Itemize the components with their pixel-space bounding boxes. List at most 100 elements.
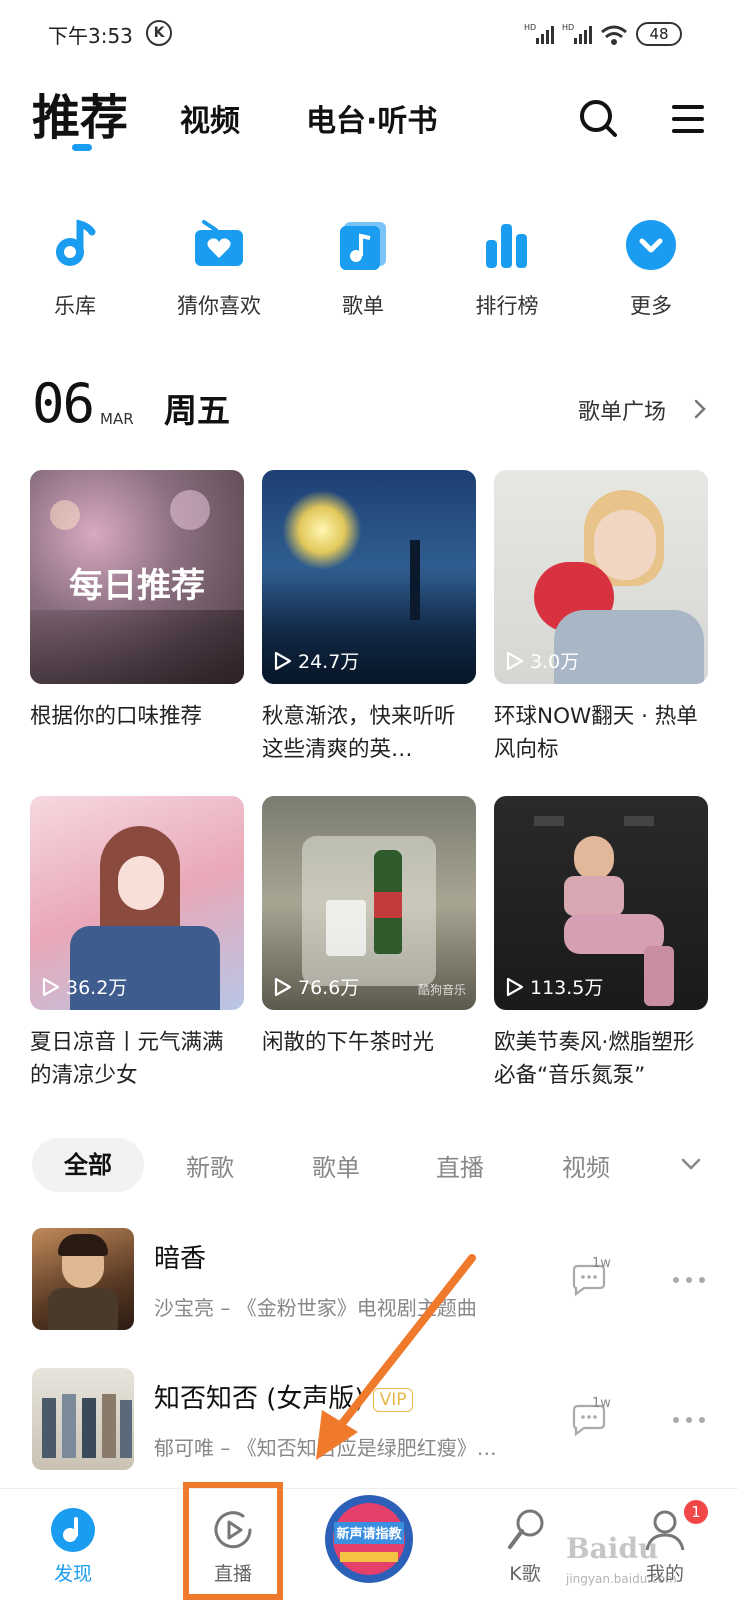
tab-indicator: [72, 144, 92, 151]
song-title: 知否知否 (女声版) VIP: [154, 1378, 414, 1415]
card-caption: 闲散的下午茶时光: [262, 1030, 435, 1055]
comment-count: 1w: [592, 1396, 611, 1411]
quick-link-label: 猜你喜欢: [177, 294, 261, 318]
discover-icon: [51, 1508, 95, 1552]
play-icon: [274, 977, 292, 996]
card-cover: 36.2万: [30, 796, 244, 1010]
daily-recommend-card[interactable]: 每日推荐 根据你的口味推荐: [30, 470, 244, 766]
card-caption: 秋意渐浓，快来听听这些清爽的英…: [262, 704, 456, 762]
play-icon: [506, 651, 524, 670]
quick-link-label: 乐库: [54, 294, 96, 318]
tab-video[interactable]: 视频: [180, 96, 240, 140]
card-cover: 24.7万: [262, 470, 476, 684]
playlist-card[interactable]: 113.5万 欧美节奏风·燃脂塑形必备“音乐氮泵”: [494, 796, 708, 1092]
nav-label: K歌: [509, 1563, 541, 1585]
quick-link-more[interactable]: 更多: [596, 218, 706, 320]
nav-discover[interactable]: 发现: [18, 1489, 128, 1586]
hd-label-2: HD: [562, 23, 574, 32]
playlist-card[interactable]: 3.0万 环球NOW翻天 · 热单风向标: [494, 470, 708, 766]
kugou-status-icon: K: [146, 20, 172, 46]
date-day: 06: [32, 372, 95, 435]
card-caption: 环球NOW翻天 · 热单风向标: [494, 704, 698, 762]
song-title: 暗香: [154, 1238, 206, 1275]
date-month: MAR: [100, 410, 134, 428]
playlist-card[interactable]: 24.7万 秋意渐浓，快来听听这些清爽的英…: [262, 470, 476, 766]
play-count: 36.2万: [42, 973, 127, 1000]
comment-count: 1w: [592, 1256, 611, 1271]
card-caption: 根据你的口味推荐: [30, 704, 203, 729]
tab-recommend[interactable]: 推荐: [32, 78, 128, 148]
quick-link-charts[interactable]: 排行榜: [452, 218, 562, 320]
filter-playlists[interactable]: 歌单: [312, 1148, 360, 1183]
hd-label: HD: [524, 23, 536, 32]
nav-karaoke[interactable]: K歌: [470, 1489, 580, 1586]
watermark-brand: Baidu: [566, 1532, 659, 1565]
quick-link-playlist[interactable]: 歌单: [308, 218, 418, 320]
filter-video[interactable]: 视频: [562, 1148, 610, 1183]
song-subtitle: 沙宝亮 – 《金粉世家》电视剧主题曲: [154, 1296, 477, 1320]
play-count-value: 113.5万: [530, 977, 604, 999]
play-count-value: 76.6万: [298, 977, 360, 999]
play-count-value: 36.2万: [66, 977, 128, 999]
search-icon[interactable]: [578, 98, 618, 138]
more-icon[interactable]: [672, 1276, 706, 1284]
filter-all[interactable]: 全部: [32, 1138, 144, 1192]
card-cover: 3.0万: [494, 470, 708, 684]
watermark-site: jingyan.baidu.com: [566, 1572, 677, 1586]
playlist-card[interactable]: 76.6万 酷狗音乐 闲散的下午茶时光: [262, 796, 476, 1092]
playlist-icon: [340, 222, 386, 270]
daily-recommend-label: 每日推荐: [69, 566, 205, 606]
disc-text: 新声请指教: [336, 1526, 402, 1542]
chevron-right-icon[interactable]: [692, 398, 708, 420]
vip-badge: VIP: [372, 1387, 414, 1412]
highlight-box: [183, 1482, 283, 1600]
play-count-value: 24.7万: [298, 651, 360, 673]
quick-link-label: 排行榜: [475, 294, 539, 318]
card-cover: 76.6万 酷狗音乐: [262, 796, 476, 1010]
playlist-card[interactable]: 36.2万 夏日凉音丨元气满满的清凉少女: [30, 796, 244, 1092]
nav-label: 发现: [53, 1563, 92, 1585]
music-note-icon: [56, 219, 96, 266]
quick-link-guess[interactable]: 猜你喜欢: [164, 218, 274, 320]
notification-badge: 1: [684, 1500, 708, 1524]
card-caption: 欧美节奏风·燃脂塑形必备“音乐氮泵”: [494, 1030, 695, 1088]
quick-link-label: 更多: [630, 294, 672, 318]
play-count: 24.7万: [274, 647, 359, 674]
more-icon[interactable]: [672, 1416, 706, 1424]
chart-bars-icon: [486, 224, 527, 268]
wifi-icon: [601, 25, 627, 45]
disc-artwork: 新声请指教: [325, 1495, 413, 1583]
top-nav: 推荐 视频 电台·听书: [0, 78, 738, 158]
play-count-value: 3.0万: [530, 651, 580, 673]
status-bar: 下午3:53 K HD HD 48: [0, 0, 738, 70]
song-title-text: 知否知否 (女声版): [154, 1384, 365, 1414]
filter-new-songs[interactable]: 新歌: [186, 1148, 234, 1183]
play-count: 113.5万: [506, 973, 603, 1000]
quick-link-library[interactable]: 乐库: [20, 218, 130, 320]
card-watermark: 酷狗音乐: [417, 983, 466, 997]
play-count: 3.0万: [506, 647, 579, 674]
song-row[interactable]: 暗香 沙宝亮 – 《金粉世家》电视剧主题曲 1w: [0, 1228, 738, 1332]
play-count: 76.6万: [274, 973, 359, 1000]
chevron-circle-icon: [626, 220, 676, 270]
filter-live[interactable]: 直播: [436, 1148, 484, 1183]
date-header: 06 MAR 周五 歌单广场: [0, 372, 738, 435]
battery-icon: 48: [636, 22, 682, 46]
signal-icon-2: HD: [562, 23, 592, 44]
menu-icon[interactable]: [670, 102, 706, 136]
chevron-down-icon[interactable]: [680, 1156, 702, 1172]
song-row[interactable]: 知否知否 (女声版) VIP 郁可唯 – 《知否知否应是绿肥红瘦》… 1w: [0, 1368, 738, 1472]
card-caption: 夏日凉音丨元气满满的清凉少女: [30, 1030, 224, 1088]
tab-radio[interactable]: 电台·听书: [306, 96, 437, 140]
song-title-text: 暗香: [154, 1244, 207, 1274]
card-cover: 每日推荐: [30, 470, 244, 684]
song-cover: [32, 1368, 134, 1470]
play-icon: [506, 977, 524, 996]
center-disc-button[interactable]: 新声请指教: [324, 1494, 414, 1584]
filter-tabs: 全部 新歌 歌单 直播 视频: [0, 1134, 738, 1194]
card-cover: 113.5万: [494, 796, 708, 1010]
playlist-square-link[interactable]: 歌单广场: [578, 394, 666, 426]
radio-heart-icon: [195, 220, 243, 266]
quick-link-label: 歌单: [342, 294, 384, 318]
date-weekday: 周五: [164, 391, 230, 430]
